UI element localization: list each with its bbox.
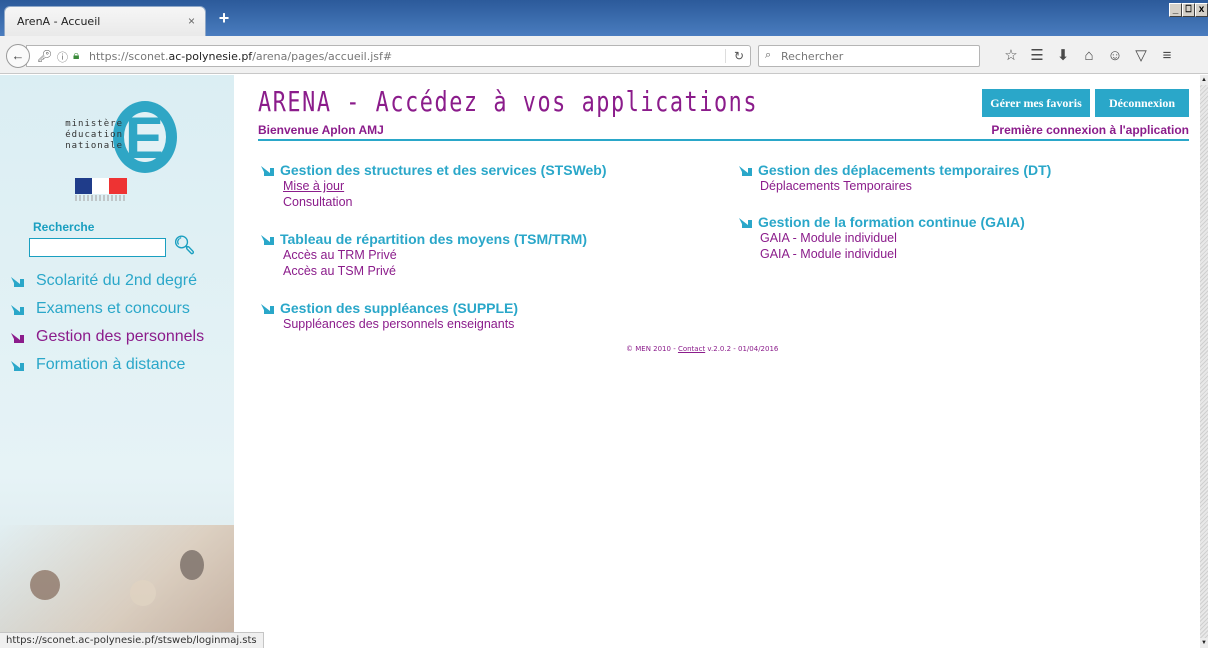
page-content: E ministère éducation nationale Recherche … <box>0 75 1200 648</box>
section-dt-title: Gestion des déplacements temporaires (DT… <box>738 162 1051 178</box>
info-icon[interactable]: ⓘ <box>57 49 68 65</box>
section-stsweb-title: Gestion des structures et des services (… <box>260 162 607 178</box>
section-tsm-trm-title: Tableau de répartition des moyens (TSM/T… <box>260 231 587 247</box>
search-icon: ⌕ <box>765 49 772 61</box>
scroll-up-icon[interactable]: ▲ <box>1200 75 1208 85</box>
tab-arena-accueil[interactable]: ArenA - Accueil × <box>4 6 206 36</box>
arrow-icon <box>10 330 26 344</box>
republic-flag-logo <box>75 178 127 202</box>
arrow-icon <box>260 232 276 246</box>
maximize-button[interactable]: ⎕ <box>1182 3 1195 17</box>
contact-link[interactable]: Contact <box>678 345 705 353</box>
new-tab-button[interactable]: + <box>214 8 234 28</box>
navigation-bar: 🔑︎ ⓘ 🔒︎ https://sconet.ac-polynesie.pf/a… <box>0 36 1208 74</box>
link-consultation[interactable]: Consultation <box>283 195 353 209</box>
toolbar-icons: ☆ ☰ ⬇ ⌂ ☺ ▽ ≡ <box>998 46 1180 66</box>
link-deplacements-temporaires[interactable]: Déplacements Temporaires <box>760 179 912 193</box>
arrow-icon <box>260 301 276 315</box>
menu-icon[interactable]: ≡ <box>1154 46 1180 66</box>
download-icon[interactable]: ⬇ <box>1050 46 1076 66</box>
tab-strip: ArenA - Accueil × + _ ⎕ x <box>0 0 1208 36</box>
arrow-icon <box>260 163 276 177</box>
status-bar: https://sconet.ac-polynesie.pf/stsweb/lo… <box>0 632 264 648</box>
link-acces-trm-prive[interactable]: Accès au TRM Privé <box>283 248 397 262</box>
reload-icon[interactable]: ↻ <box>724 49 744 63</box>
link-gaia-module-1[interactable]: GAIA - Module individuel <box>760 231 897 245</box>
ministry-logo-text: ministère éducation nationale <box>65 119 123 151</box>
tab-close-icon[interactable]: × <box>188 14 195 28</box>
link-mise-a-jour[interactable]: Mise à jour <box>283 179 344 193</box>
arrow-icon <box>738 163 754 177</box>
students-photo <box>0 525 234 648</box>
close-window-button[interactable]: x <box>1195 3 1208 17</box>
manage-favorites-button[interactable]: Gérer mes favoris <box>982 89 1090 117</box>
sidebar-item-examens[interactable]: Examens et concours <box>10 300 190 318</box>
first-connection-link[interactable]: Première connexion à l'application <box>991 123 1189 137</box>
sidebar: E ministère éducation nationale Recherche … <box>0 75 234 648</box>
window-controls: _ ⎕ x <box>1169 3 1208 17</box>
address-bar[interactable]: 🔑︎ ⓘ 🔒︎ https://sconet.ac-polynesie.pf/a… <box>26 45 751 67</box>
section-gaia-title: Gestion de la formation continue (GAIA) <box>738 214 1025 230</box>
back-button[interactable]: ← <box>6 44 30 68</box>
link-suppleances[interactable]: Suppléances des personnels enseignants <box>283 317 514 331</box>
section-supple-title: Gestion des suppléances (SUPPLE) <box>260 300 518 316</box>
sidebar-item-scolarite[interactable]: Scolarité du 2nd degré <box>10 272 197 290</box>
minimize-button[interactable]: _ <box>1169 3 1182 17</box>
search-placeholder: Rechercher <box>781 50 844 63</box>
link-acces-tsm-prive[interactable]: Accès au TSM Privé <box>283 264 396 278</box>
link-gaia-module-2[interactable]: GAIA - Module individuel <box>760 247 897 261</box>
bookmark-star-icon[interactable]: ☆ <box>998 46 1024 66</box>
sidebar-item-gestion-personnels[interactable]: Gestion des personnels <box>10 328 204 346</box>
scroll-down-icon[interactable]: ▼ <box>1200 638 1208 648</box>
sidebar-search-label: Recherche <box>33 220 95 234</box>
sidebar-item-formation-distance[interactable]: Formation à distance <box>10 356 185 374</box>
arrow-icon <box>10 358 26 372</box>
header-divider <box>258 139 1189 141</box>
arrow-icon <box>738 215 754 229</box>
sidebar-search-input[interactable] <box>29 238 166 257</box>
ministry-logo: E ministère éducation nationale <box>55 87 185 177</box>
search-box[interactable]: ⌕ Rechercher <box>758 45 980 67</box>
welcome-text: Bienvenue Aplon AMJ <box>258 123 384 137</box>
logout-button[interactable]: Déconnexion <box>1095 89 1189 117</box>
smiley-icon[interactable]: ☺ <box>1102 46 1128 66</box>
arrow-icon <box>10 302 26 316</box>
tab-title: ArenA - Accueil <box>17 15 101 28</box>
key-icon[interactable]: 🔑︎ <box>37 49 52 63</box>
url-text[interactable]: https://sconet.ac-polynesie.pf/arena/pag… <box>89 50 392 63</box>
vertical-scrollbar[interactable]: ▲ ▼ <box>1200 75 1208 648</box>
lock-icon: 🔒︎ <box>73 48 80 62</box>
pocket-icon[interactable]: ▽ <box>1128 46 1154 66</box>
browser-window: ArenA - Accueil × + _ ⎕ x 🔑︎ ⓘ 🔒︎ https:… <box>0 0 1208 648</box>
arrow-icon <box>10 274 26 288</box>
page-title: ARENA - Accédez à vos applications <box>258 85 759 118</box>
reading-list-icon[interactable]: ☰ <box>1024 46 1050 66</box>
search-icon[interactable]: 🔍︎ <box>173 235 196 256</box>
footer: © MEN 2010 - Contact v.2.0.2 - 01/04/201… <box>626 345 779 353</box>
home-icon[interactable]: ⌂ <box>1076 46 1102 66</box>
